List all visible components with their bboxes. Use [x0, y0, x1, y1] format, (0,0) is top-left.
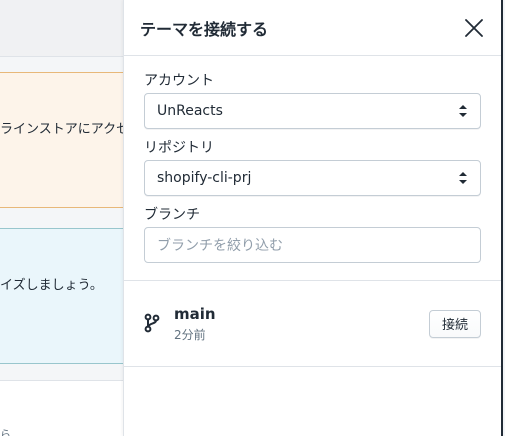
repository-label: リポジトリ: [144, 140, 214, 156]
branch-info: main 2分前: [174, 304, 429, 344]
background-notice-text: イズしましょう。: [0, 278, 103, 293]
connect-button[interactable]: 接続: [428, 309, 481, 338]
branch-filter-input[interactable]: ブランチを絞り込む: [144, 227, 481, 263]
background-fragment-text: ら: [0, 428, 11, 436]
select-arrows-icon: [459, 172, 467, 184]
select-arrows-icon: [459, 105, 467, 117]
account-select[interactable]: UnReacts: [144, 93, 481, 129]
account-select-value: UnReacts: [157, 103, 223, 119]
background-page: ラインストアにアクセ イズしましょう。 ら: [0, 0, 129, 436]
background-notice-text: ラインストアにアクセ: [0, 122, 130, 137]
branch-filter-placeholder: ブランチを絞り込む: [157, 238, 283, 254]
connect-theme-sheet: テーマを接続する アカウント UnReacts リポジトリ shopify-cl…: [123, 0, 503, 436]
repository-select[interactable]: shopify-cli-prj: [144, 160, 481, 196]
branch-updated-time: 2分前: [174, 327, 206, 342]
background-notice-card-orange: ラインストアにアクセ: [0, 72, 129, 208]
branch-name: main: [174, 304, 216, 323]
sheet-title: テーマを接続する: [140, 19, 269, 39]
sheet-header: テーマを接続する: [124, 0, 501, 56]
branch-list-item: main 2分前 接続: [124, 281, 501, 367]
branch-label: ブランチ: [144, 207, 200, 223]
connect-form: アカウント UnReacts リポジトリ shopify-cli-prj ブラン…: [124, 56, 501, 281]
background-bottom-card: ら: [0, 380, 124, 436]
account-label: アカウント: [144, 73, 214, 89]
close-icon: [465, 18, 483, 37]
git-branch-icon: [144, 313, 160, 332]
background-topbar: [0, 0, 124, 57]
repository-select-value: shopify-cli-prj: [157, 170, 252, 186]
close-button[interactable]: [463, 17, 485, 39]
background-notice-card-blue: イズしましょう。: [0, 228, 124, 364]
